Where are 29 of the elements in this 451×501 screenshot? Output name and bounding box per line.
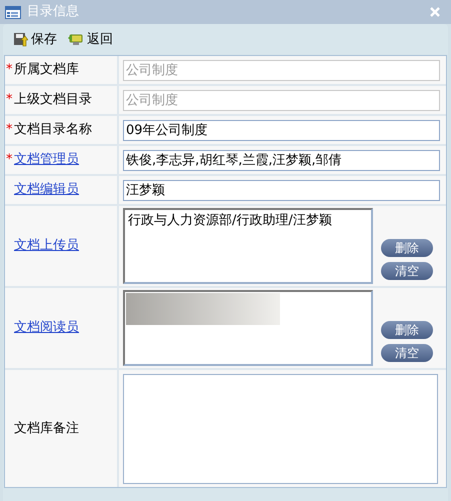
notes-field[interactable] xyxy=(123,374,438,484)
toolbar-button[interactable]: 返回 xyxy=(67,30,113,50)
field-label-link[interactable]: 文档编辑员 xyxy=(14,180,79,200)
field-label: 所属文档库 xyxy=(14,61,79,80)
text-field[interactable]: 09年公司制度 xyxy=(123,120,440,140)
selection-list[interactable]: 行政与人力资源部/行政助理/汪梦颖 xyxy=(123,208,373,284)
field-label-link[interactable]: 文档阅读员 xyxy=(14,318,79,338)
close-icon[interactable] xyxy=(430,7,440,17)
required-asterisk: * xyxy=(6,61,14,80)
field-label: 上级文档目录 xyxy=(14,91,92,110)
field-label: 文档库备注 xyxy=(14,420,79,438)
action-button[interactable]: 删除 xyxy=(381,239,433,257)
text-field[interactable]: 铁俊,李志异,胡红琴,兰霞,汪梦颖,邹倩 xyxy=(123,150,440,170)
field-label: 文档目录名称 xyxy=(14,121,92,140)
field-label-link[interactable]: 文档上传员 xyxy=(14,236,79,256)
window-icon xyxy=(5,6,21,18)
action-button[interactable]: 删除 xyxy=(381,321,433,339)
field-label-link[interactable]: 文档管理员 xyxy=(14,150,79,170)
required-asterisk: * xyxy=(6,151,14,170)
return-arrow-icon xyxy=(67,32,84,47)
window-title: 目录信息 xyxy=(27,3,80,22)
required-asterisk: * xyxy=(6,121,14,140)
action-button[interactable]: 清空 xyxy=(381,262,433,280)
action-button[interactable]: 清空 xyxy=(381,344,433,362)
required-asterisk: * xyxy=(6,91,14,110)
text-field[interactable]: 汪梦颖 xyxy=(123,180,440,200)
selection-list[interactable] xyxy=(123,290,373,366)
toolbar-button[interactable]: 保存 xyxy=(13,30,57,50)
list-item[interactable]: 行政与人力资源部/行政助理/汪梦颖 xyxy=(126,211,370,230)
